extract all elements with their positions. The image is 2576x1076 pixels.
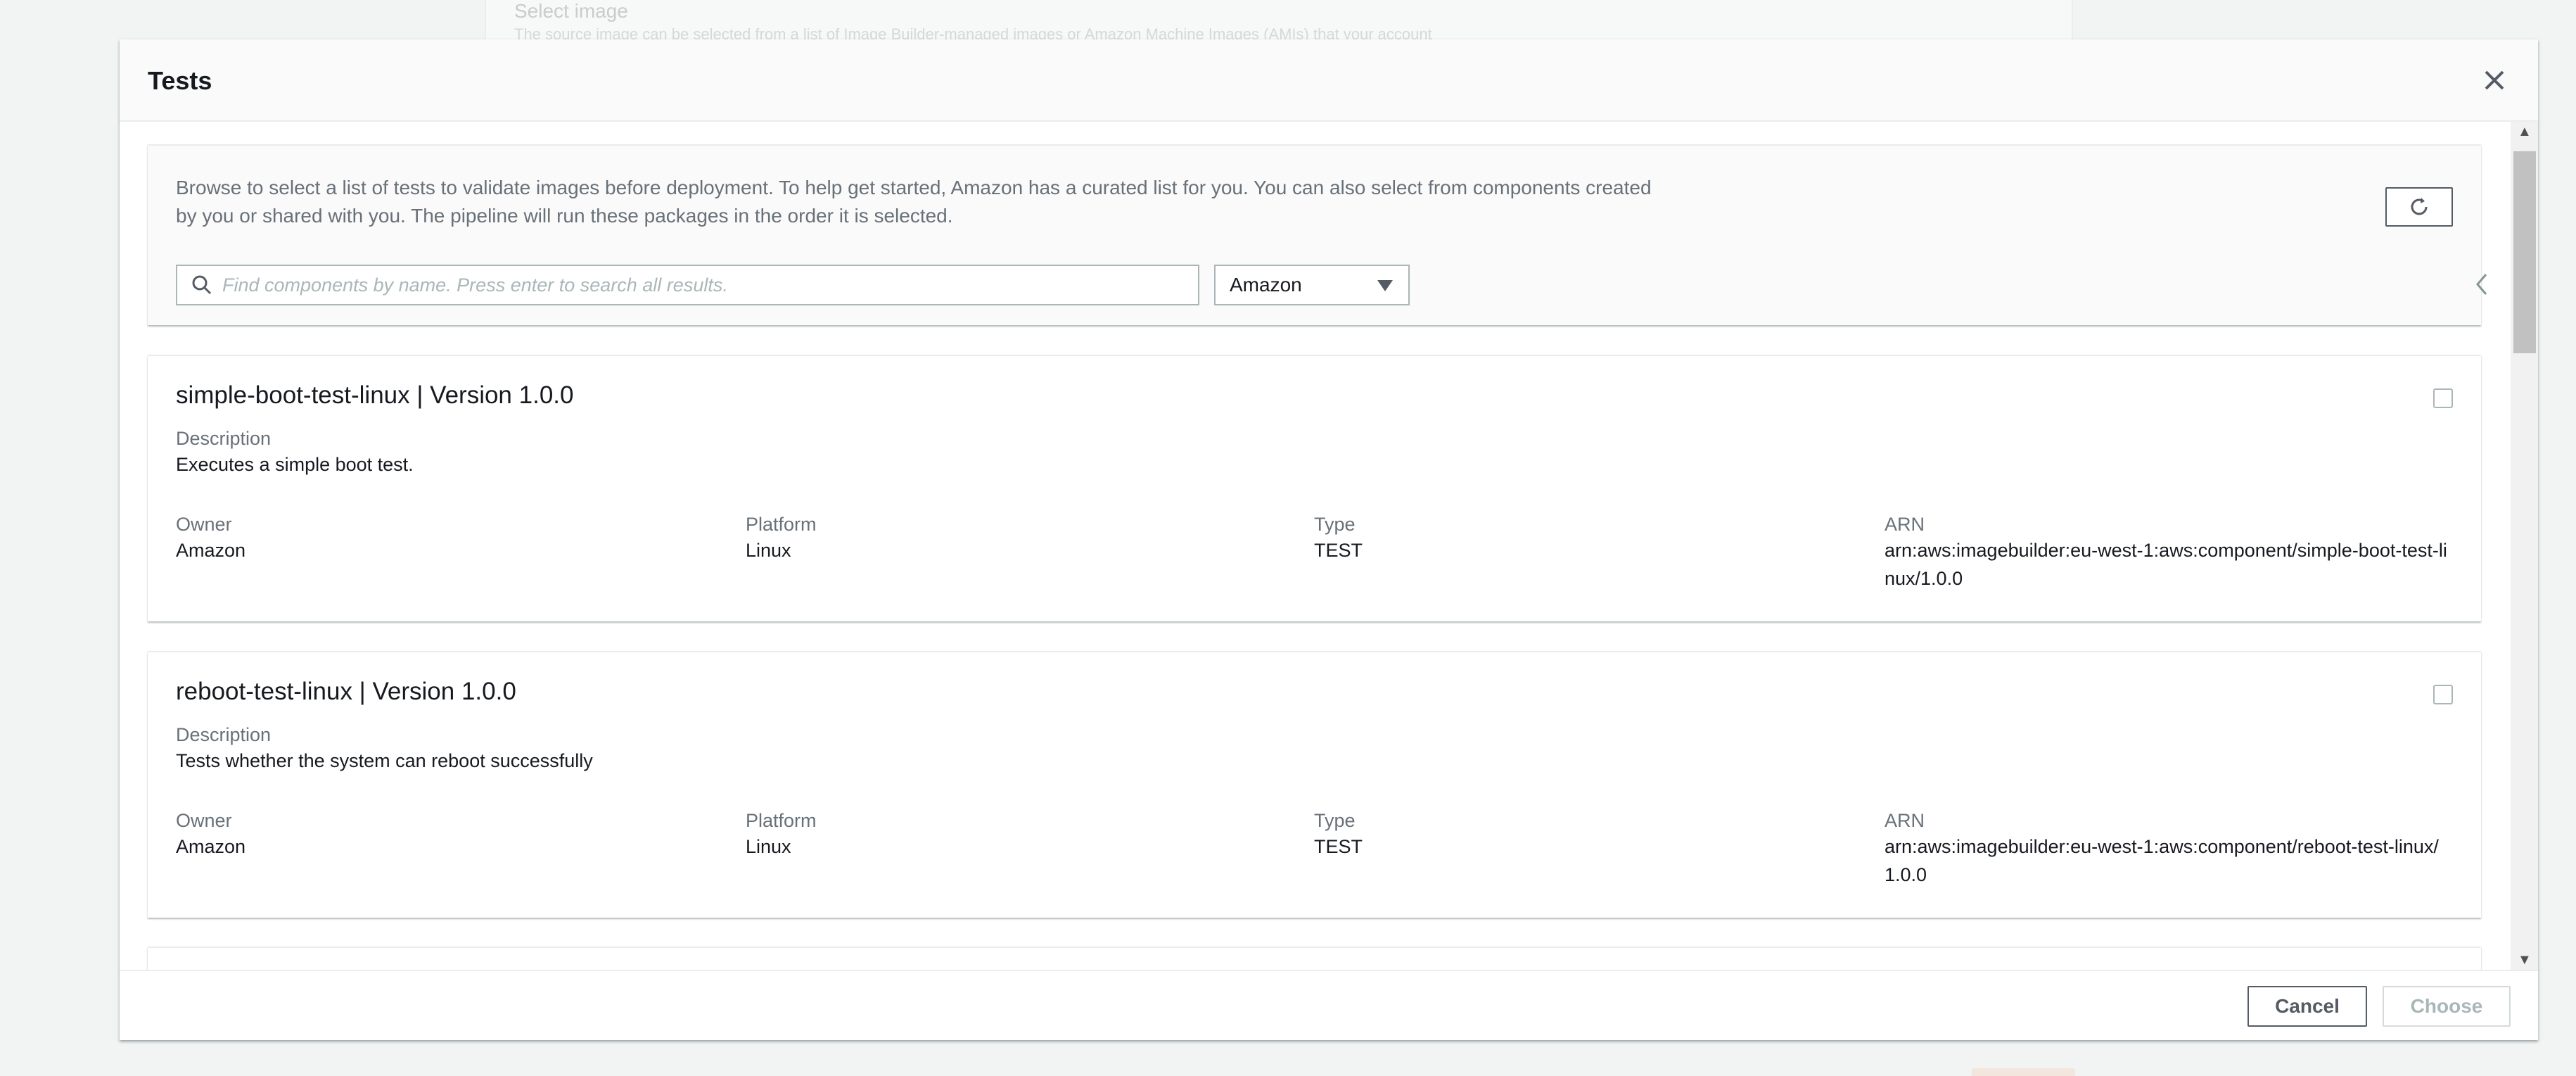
owner-value: Amazon — [176, 540, 246, 561]
modal-footer: Cancel Choose — [120, 970, 2538, 1040]
platform-label: Platform — [746, 514, 817, 535]
tests-modal: Tests Browse to select a list of tests t… — [120, 39, 2538, 1040]
arn-label: ARN — [1885, 514, 1925, 535]
owner-select-value: Amazon — [1230, 274, 1302, 296]
close-icon — [2485, 70, 2504, 90]
arn-label: ARN — [1885, 810, 1925, 831]
scroll-up-icon[interactable]: ▲ — [2518, 125, 2532, 139]
platform-value: Linux — [746, 836, 791, 857]
modal-body: Browse to select a list of tests to vali… — [120, 122, 2538, 970]
refresh-icon — [2411, 198, 2428, 215]
refresh-button[interactable] — [2385, 187, 2453, 227]
scrollbar-thumb[interactable] — [2513, 151, 2536, 353]
component-description: Tests whether the system can reboot succ… — [176, 750, 593, 771]
owner-select[interactable]: Amazon — [1214, 265, 1410, 305]
component-title: reboot-test-linux | Version 1.0.0 — [176, 678, 516, 705]
component-title: simple-boot-test-linux | Version 1.0.0 — [176, 381, 574, 409]
type-value: TEST — [1314, 836, 1363, 857]
modal-header: Tests — [120, 39, 2538, 122]
platform-value: Linux — [746, 540, 791, 561]
arn-value: arn:aws:imagebuilder:eu-west-1:aws:compo… — [1885, 540, 2447, 589]
search-icon — [192, 275, 212, 295]
scroll-down-icon[interactable]: ▼ — [2518, 953, 2532, 967]
scrollbar[interactable]: ▲ ▼ — [2511, 122, 2538, 970]
description-label: Description — [176, 428, 272, 449]
description-label: Description — [176, 724, 272, 745]
chevron-left-icon — [2476, 274, 2487, 295]
owner-label: Owner — [176, 514, 232, 535]
owner-label: Owner — [176, 810, 232, 831]
component-description: Executes a simple boot test. — [176, 454, 414, 475]
close-button[interactable] — [2479, 65, 2510, 96]
arn-value: arn:aws:imagebuilder:eu-west-1:aws:compo… — [1885, 836, 2439, 885]
modal-description: Browse to select a list of tests to vali… — [176, 177, 1652, 227]
type-value: TEST — [1314, 540, 1363, 561]
type-label: Type — [1314, 514, 1356, 535]
filter-panel: Browse to select a list of tests to vali… — [148, 144, 2529, 325]
component-checkbox[interactable] — [2433, 685, 2453, 704]
search-input[interactable] — [222, 274, 1137, 296]
cancel-button[interactable]: Cancel — [2247, 986, 2367, 1027]
component-card-partial — [148, 947, 2481, 970]
caret-down-icon — [1377, 280, 1393, 291]
component-card: simple-boot-test-linux | Version 1.0.0 D… — [148, 355, 2481, 621]
owner-value: Amazon — [176, 836, 246, 857]
background-section-title: Select image — [514, 0, 628, 22]
modal-title: Tests — [148, 66, 212, 95]
choose-button[interactable]: Choose — [2383, 986, 2511, 1027]
background-button — [1972, 1068, 2075, 1076]
type-label: Type — [1314, 810, 1356, 831]
prev-page-button[interactable] — [2475, 272, 2489, 302]
component-card: reboot-test-linux | Version 1.0.0 Descri… — [148, 651, 2481, 918]
platform-label: Platform — [746, 810, 817, 831]
component-checkbox[interactable] — [2433, 388, 2453, 408]
search-field[interactable] — [176, 265, 1199, 305]
